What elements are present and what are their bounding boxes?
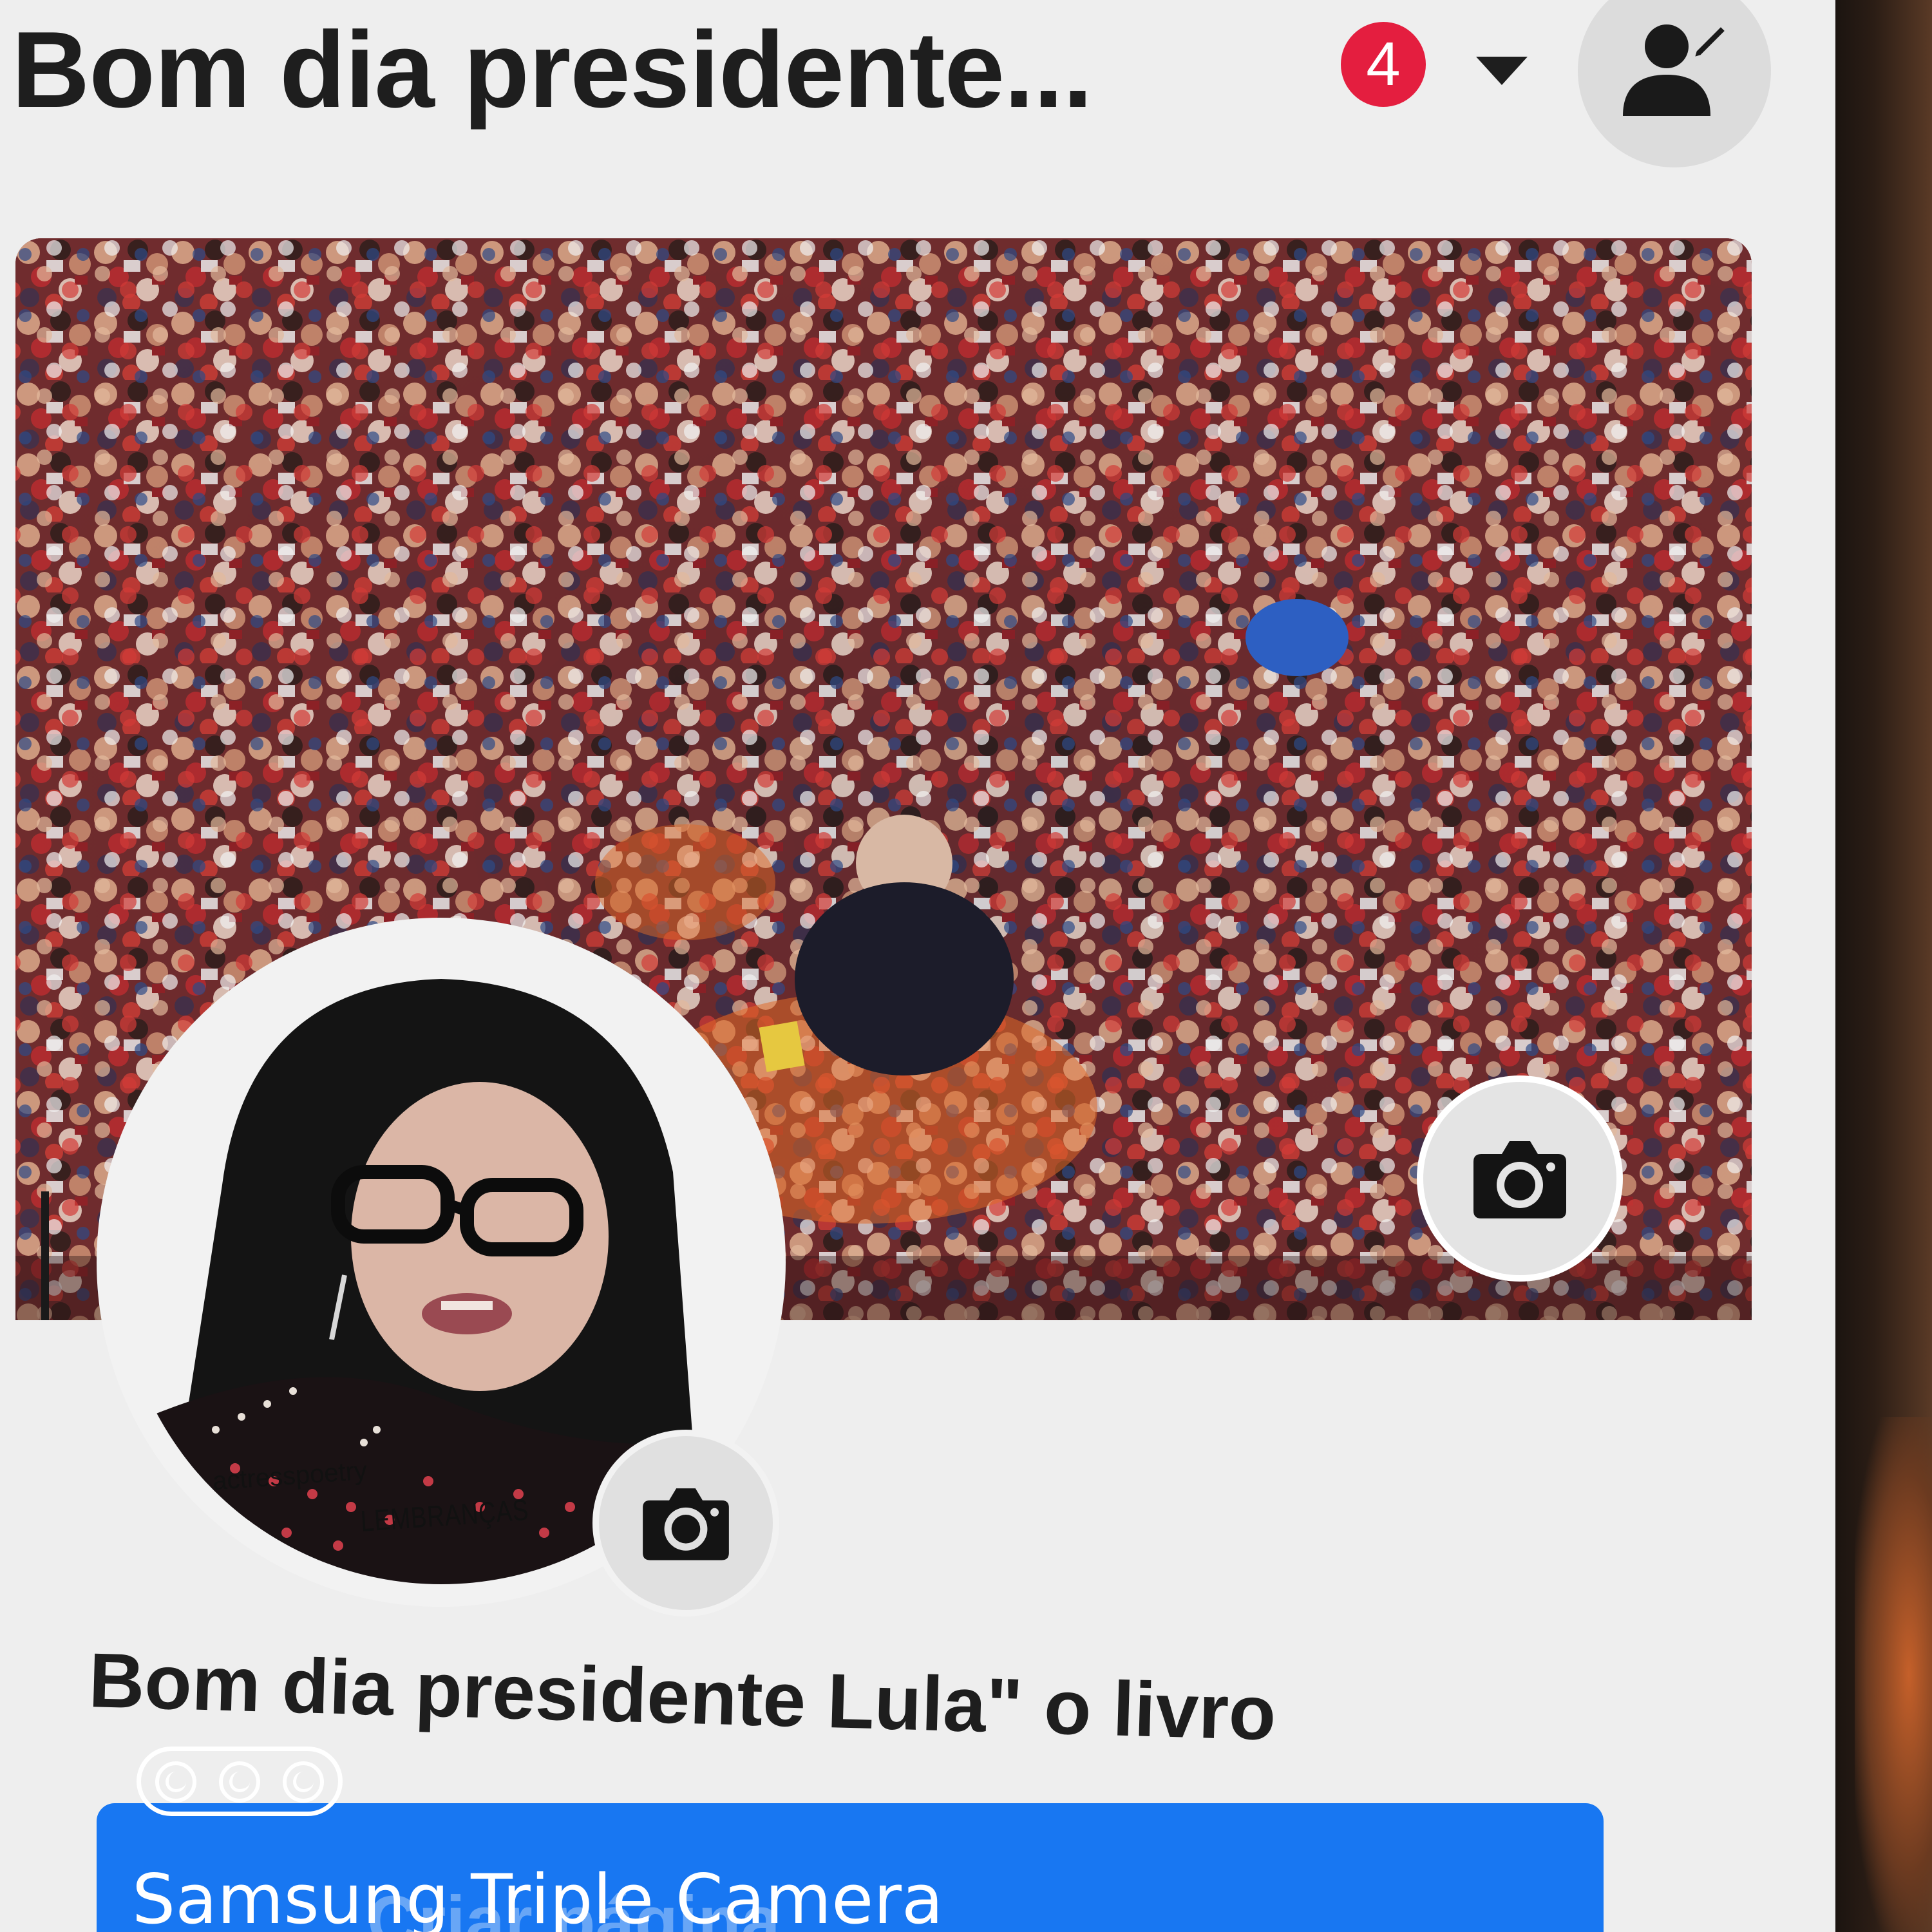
profile-name: Bom dia presidente Lula" o livro xyxy=(88,1636,1278,1757)
caret-down-icon[interactable] xyxy=(1476,57,1528,85)
cover-camera-button[interactable] xyxy=(1417,1075,1623,1282)
phone-screen: Bom dia presidente... 4 actresspoetry LE… xyxy=(0,0,1855,1932)
notification-badge[interactable]: 4 xyxy=(1341,22,1426,107)
app-header: Bom dia presidente... 4 xyxy=(0,0,1835,167)
background-glow xyxy=(1855,1417,1932,1932)
lens-icon xyxy=(219,1761,260,1803)
triple-lens-icon xyxy=(137,1747,343,1816)
user-edit-icon xyxy=(1623,21,1730,116)
camera-watermark-text: Samsung Triple Camera xyxy=(132,1860,943,1932)
camera-icon xyxy=(643,1488,729,1560)
camera-icon xyxy=(1473,1141,1566,1218)
page-title: Bom dia presidente... xyxy=(12,9,1093,130)
lens-icon xyxy=(283,1761,324,1803)
profile-edit-button[interactable] xyxy=(1578,0,1771,167)
profile-camera-button[interactable] xyxy=(592,1430,779,1616)
lens-icon xyxy=(155,1761,196,1803)
